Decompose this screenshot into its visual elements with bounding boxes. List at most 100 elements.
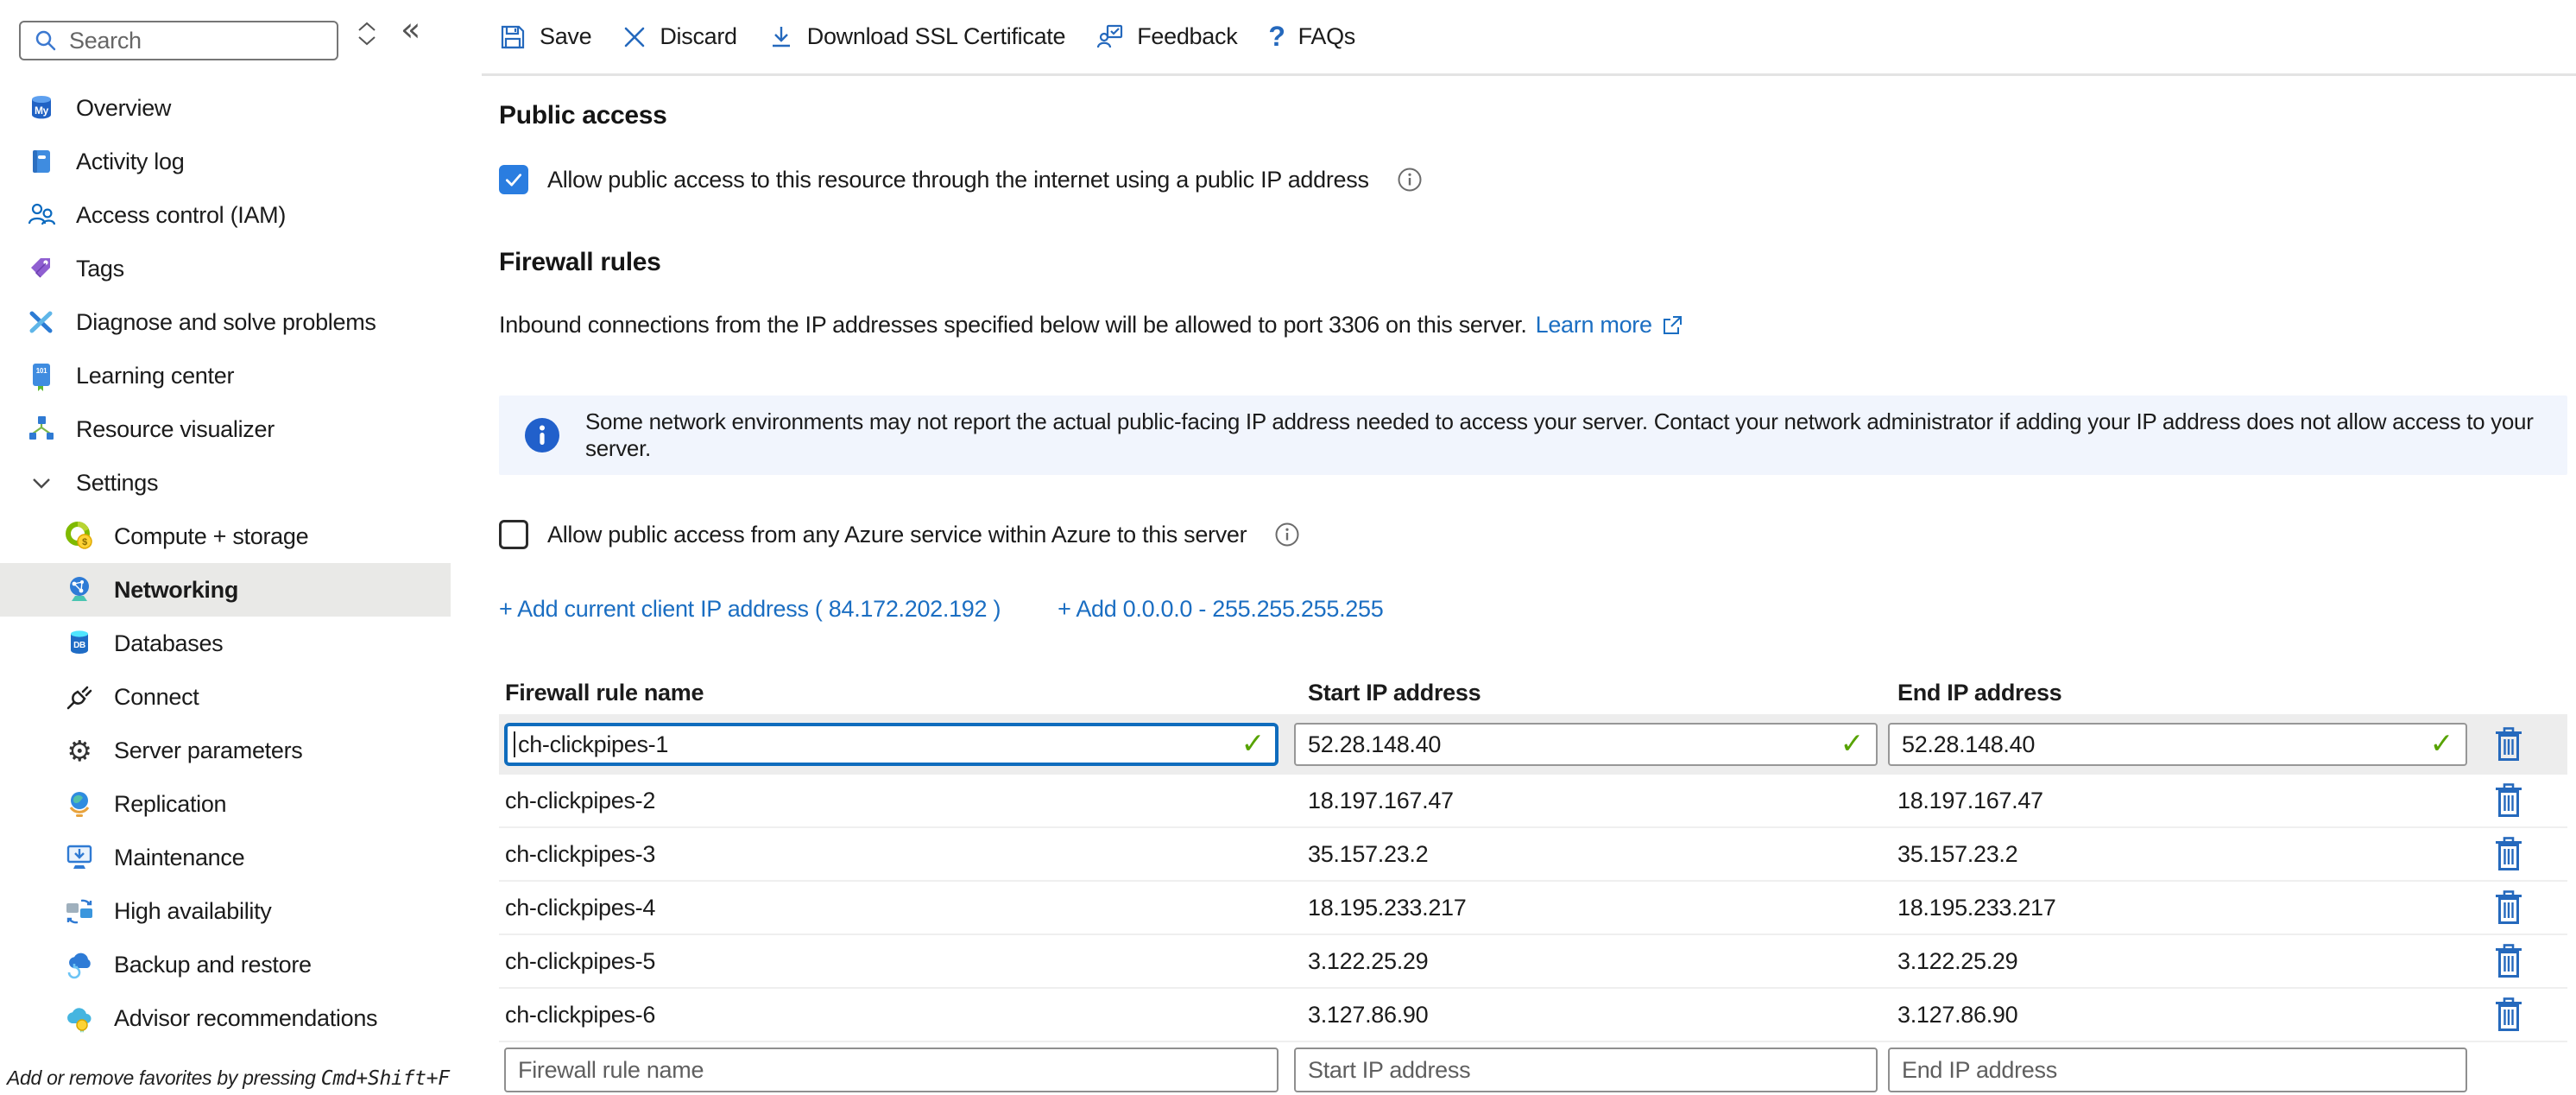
delete-rule-icon[interactable] xyxy=(2494,837,2525,871)
start-ip-cell: 18.195.233.217 xyxy=(1294,895,1888,921)
delete-rule-icon[interactable] xyxy=(2494,727,2525,762)
search-input[interactable] xyxy=(69,28,328,54)
sidebar-item-settings-group[interactable]: Settings xyxy=(0,456,451,510)
table-row: ch-clickpipes-3 35.157.23.2 35.157.23.2 xyxy=(499,828,2567,882)
delete-rule-icon[interactable] xyxy=(2494,783,2525,818)
end-ip-input[interactable] xyxy=(1888,723,2467,766)
sidebar-item-advisor[interactable]: Advisor recommendations xyxy=(0,991,451,1045)
save-icon xyxy=(499,23,527,51)
add-client-ip-link[interactable]: + Add current client IP address ( 84.172… xyxy=(499,596,1001,623)
sidebar-item-server-parameters[interactable]: ⚙ Server parameters xyxy=(0,724,451,777)
table-row: ch-clickpipes-6 3.127.86.90 3.127.86.90 xyxy=(499,989,2567,1042)
sidebar-item-maintenance[interactable]: Maintenance xyxy=(0,831,451,884)
sidebar-item-tags[interactable]: Tags xyxy=(0,242,451,295)
feedback-icon xyxy=(1096,23,1124,51)
azure-access-checkbox-row: Allow public access from any Azure servi… xyxy=(499,520,2567,549)
sidebar-nav: My Overview Activity log Access control … xyxy=(0,81,482,1045)
sidebar-item-label: Resource visualizer xyxy=(76,416,275,443)
expand-collapse-all-icon[interactable] xyxy=(354,19,380,48)
favorites-hint: Add or remove favorites by pressing Cmd+… xyxy=(7,1067,450,1090)
delete-rule-icon[interactable] xyxy=(2494,944,2525,978)
sidebar-item-networking[interactable]: Networking xyxy=(0,563,451,617)
databases-icon: DB xyxy=(64,628,95,659)
save-button[interactable]: Save xyxy=(499,23,591,51)
collapse-sidebar-icon[interactable]: « xyxy=(401,10,420,48)
valid-check-icon: ✓ xyxy=(2430,726,2453,760)
rule-name-input[interactable] xyxy=(504,723,1279,766)
public-access-checkbox-row: Allow public access to this resource thr… xyxy=(499,165,2567,194)
search-icon xyxy=(33,28,59,54)
table-row: ch-clickpipes-4 18.195.233.217 18.195.23… xyxy=(499,882,2567,935)
firewall-description: Inbound connections from the IP addresse… xyxy=(499,312,1527,339)
command-bar: Save Discard Download SSL Certificate Fe… xyxy=(482,0,2576,76)
mysql-server-icon: My xyxy=(26,92,57,123)
text-caret xyxy=(514,731,515,757)
external-link-icon xyxy=(1661,314,1683,337)
info-banner-icon xyxy=(525,418,559,453)
sidebar-item-label: Settings xyxy=(76,470,158,497)
sidebar-item-access-control[interactable]: Access control (IAM) xyxy=(0,188,451,242)
info-icon[interactable] xyxy=(1397,167,1423,193)
sidebar: « My Overview Activity log Access contro… xyxy=(0,0,482,1095)
sidebar-item-connect[interactable]: Connect xyxy=(0,670,451,724)
delete-rule-icon[interactable] xyxy=(2494,997,2525,1032)
sidebar-item-label: Access control (IAM) xyxy=(76,202,286,229)
maintenance-icon xyxy=(64,842,95,873)
networking-pane: Public access Allow public access to thi… xyxy=(482,79,2576,1095)
column-header-rule-name: Firewall rule name xyxy=(499,680,1294,706)
faqs-button[interactable]: ? FAQs xyxy=(1268,21,1355,53)
column-header-end-ip: End IP address xyxy=(1888,680,2492,706)
add-all-ips-link[interactable]: + Add 0.0.0.0 - 255.255.255.255 xyxy=(1058,596,1383,623)
search-box[interactable] xyxy=(19,21,338,60)
sidebar-item-high-availability[interactable]: High availability xyxy=(0,884,451,938)
feedback-button[interactable]: Feedback xyxy=(1096,23,1237,51)
end-ip-cell: 35.157.23.2 xyxy=(1888,841,2492,868)
delete-rule-icon[interactable] xyxy=(2494,890,2525,925)
learning-center-icon: 101 xyxy=(26,360,57,391)
sidebar-item-overview[interactable]: My Overview xyxy=(0,81,451,135)
new-end-ip-input[interactable] xyxy=(1888,1048,2467,1092)
rule-name-cell: ch-clickpipes-5 xyxy=(499,948,1294,975)
sidebar-search-row: « xyxy=(0,0,482,81)
table-row: ch-clickpipes-2 18.197.167.47 18.197.167… xyxy=(499,775,2567,828)
azure-access-checkbox[interactable] xyxy=(499,520,528,549)
info-icon[interactable] xyxy=(1274,522,1300,548)
sidebar-item-label: Activity log xyxy=(76,149,184,175)
sidebar-item-databases[interactable]: DB Databases xyxy=(0,617,451,670)
sidebar-item-label: Overview xyxy=(76,95,171,122)
new-start-ip-input[interactable] xyxy=(1294,1048,1878,1092)
server-parameters-icon: ⚙ xyxy=(64,735,95,766)
sidebar-item-learning-center[interactable]: 101 Learning center xyxy=(0,349,451,402)
start-ip-input[interactable] xyxy=(1294,723,1878,766)
table-row-new xyxy=(499,1048,2567,1095)
discard-button[interactable]: Discard xyxy=(622,23,736,50)
sidebar-item-backup-restore[interactable]: Backup and restore xyxy=(0,938,451,991)
rule-name-cell: ch-clickpipes-3 xyxy=(499,841,1294,868)
sidebar-item-compute-storage[interactable]: $ Compute + storage xyxy=(0,510,451,563)
new-rule-name-input[interactable] xyxy=(504,1048,1279,1092)
start-ip-cell: 3.127.86.90 xyxy=(1294,1002,1888,1029)
table-row: ch-clickpipes-5 3.122.25.29 3.122.25.29 xyxy=(499,935,2567,989)
column-header-start-ip: Start IP address xyxy=(1294,680,1888,706)
azure-access-checkbox-label: Allow public access from any Azure servi… xyxy=(547,522,1247,548)
activity-log-icon xyxy=(26,146,57,177)
rule-name-cell: ch-clickpipes-2 xyxy=(499,788,1294,814)
sidebar-item-label: Replication xyxy=(114,791,226,818)
firewall-rules-table: Firewall rule name Start IP address End … xyxy=(499,671,2567,1095)
download-ssl-button[interactable]: Download SSL Certificate xyxy=(768,23,1065,50)
sidebar-item-label: Advisor recommendations xyxy=(114,1005,377,1032)
compute-storage-icon: $ xyxy=(64,521,95,552)
sidebar-item-replication[interactable]: Replication xyxy=(0,777,451,831)
sidebar-item-resource-visualizer[interactable]: Resource visualizer xyxy=(0,402,451,456)
end-ip-cell: 18.197.167.47 xyxy=(1888,788,2492,814)
public-access-checkbox[interactable] xyxy=(499,165,528,194)
public-access-checkbox-label: Allow public access to this resource thr… xyxy=(547,167,1369,193)
public-access-heading: Public access xyxy=(499,101,2567,130)
start-ip-cell: 35.157.23.2 xyxy=(1294,841,1888,868)
learn-more-link[interactable]: Learn more xyxy=(1536,312,1652,339)
sidebar-item-diagnose[interactable]: Diagnose and solve problems xyxy=(0,295,451,349)
add-rule-links: + Add current client IP address ( 84.172… xyxy=(499,596,2567,623)
sidebar-item-label: Server parameters xyxy=(114,737,302,764)
svg-text:My: My xyxy=(35,104,49,117)
sidebar-item-activity-log[interactable]: Activity log xyxy=(0,135,451,188)
